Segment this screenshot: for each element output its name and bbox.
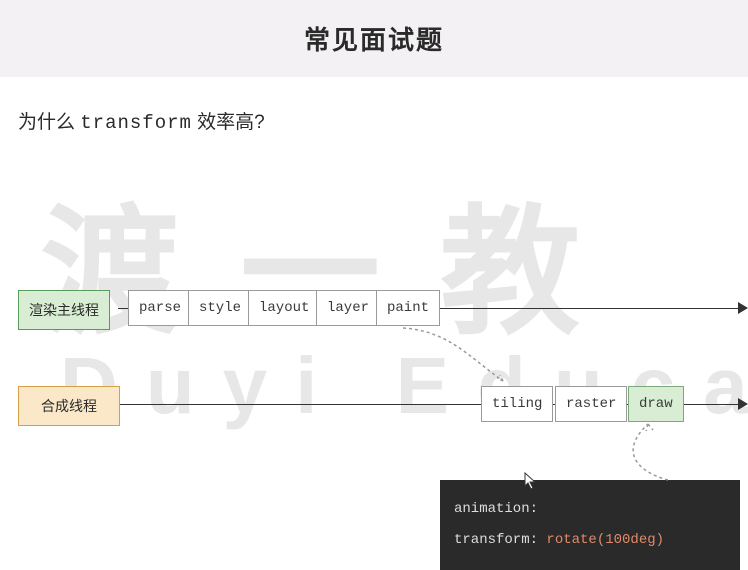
main-thread-row: 渲染主线程 parse style layout layer paint bbox=[18, 290, 748, 334]
code-line-2: transform: rotate(100deg) bbox=[454, 525, 726, 556]
slide-header: 常见面试题 bbox=[0, 0, 748, 77]
step-layer: layer bbox=[316, 290, 380, 326]
question-text: 为什么 transform 效率高? bbox=[0, 77, 748, 134]
step-draw: draw bbox=[628, 386, 684, 422]
step-style: style bbox=[188, 290, 252, 326]
slide-title: 常见面试题 bbox=[0, 20, 748, 57]
step-parse: parse bbox=[128, 290, 192, 326]
main-arrow-head bbox=[738, 302, 748, 314]
step-layout: layout bbox=[248, 290, 320, 326]
comp-arrow-head bbox=[738, 398, 748, 410]
step-raster: raster bbox=[555, 386, 627, 422]
main-thread-label: 渲染主线程 bbox=[18, 290, 110, 330]
dashed-arrow-paint-tiling bbox=[398, 326, 518, 388]
code-snippet: animation: transform: rotate(100deg) bbox=[440, 480, 740, 570]
code-line-1: animation: bbox=[454, 494, 726, 525]
pipeline-diagram: 渲染主线程 parse style layout layer paint 合成线… bbox=[18, 290, 748, 482]
question-code: transform bbox=[80, 112, 192, 134]
step-tiling: tiling bbox=[481, 386, 553, 422]
compositor-label: 合成线程 bbox=[18, 386, 120, 426]
step-paint: paint bbox=[376, 290, 440, 326]
cursor-icon bbox=[524, 472, 538, 490]
dashed-arrow-code-draw bbox=[598, 422, 678, 484]
